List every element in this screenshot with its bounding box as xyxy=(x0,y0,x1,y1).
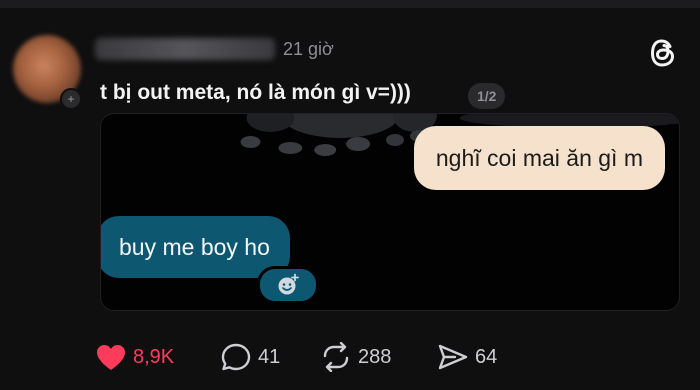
plus-icon: + xyxy=(67,92,75,106)
message-bubble-left: buy me boy ho xyxy=(101,216,290,278)
share-count: 64 xyxy=(475,345,498,368)
threads-post: + 21 giờ t bị out meta, nó là món gì v=)… xyxy=(0,8,700,390)
share-button[interactable]: 64 xyxy=(437,342,497,372)
repost-button[interactable]: 288 xyxy=(320,342,391,372)
add-reaction-button[interactable] xyxy=(257,266,319,304)
follow-badge[interactable]: + xyxy=(60,88,82,110)
comment-count: 41 xyxy=(258,345,281,368)
share-icon xyxy=(438,344,468,370)
page-indicator: 1/2 xyxy=(468,83,506,109)
media-attachment[interactable]: nghĩ coi mai ăn gì m buy me boy ho xyxy=(100,113,680,311)
comment-button[interactable]: 41 xyxy=(220,342,280,372)
heart-icon xyxy=(97,345,125,370)
repost-count: 288 xyxy=(358,345,392,368)
add-reaction-icon xyxy=(278,273,299,295)
comment-icon xyxy=(221,343,251,371)
repost-icon xyxy=(323,342,349,372)
post-caption: t bị out meta, nó là món gì v=))) xyxy=(100,81,411,104)
message-bubble-right: nghĩ coi mai ăn gì m xyxy=(413,126,665,190)
threads-logo[interactable] xyxy=(648,36,678,70)
like-count: 8,9K xyxy=(133,345,175,368)
username-blurred[interactable] xyxy=(95,38,275,60)
like-button[interactable]: 8,9K xyxy=(95,342,174,372)
action-bar: 8,9K 41 288 64 xyxy=(95,342,695,372)
previous-post-edge xyxy=(0,0,700,8)
post-time: 21 giờ xyxy=(283,39,334,59)
